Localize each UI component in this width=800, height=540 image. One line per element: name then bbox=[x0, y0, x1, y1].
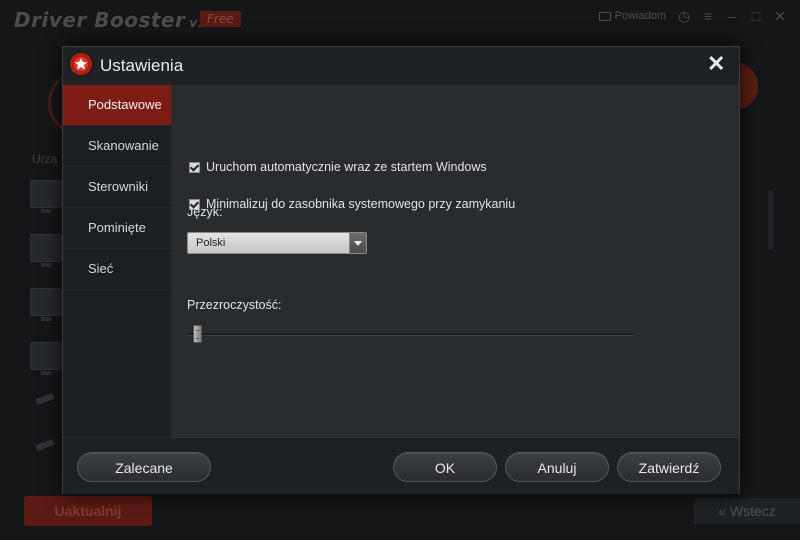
usb-icon bbox=[35, 439, 55, 451]
app-title: Driver Boosterv1.0 bbox=[14, 8, 220, 32]
back-label: Wstecz bbox=[729, 503, 776, 519]
close-icon[interactable]: ✕ bbox=[707, 53, 725, 75]
dialog-footer: Zalecane OK Anuluj Zatwierdź bbox=[63, 437, 739, 494]
update-button[interactable]: Uaktualnij bbox=[24, 496, 152, 526]
feedback-button[interactable]: Powiadom bbox=[598, 10, 666, 22]
scrollbar[interactable] bbox=[768, 190, 774, 250]
section-label: Urzą bbox=[32, 152, 58, 166]
sidebar-item-ignored[interactable]: Pominięte bbox=[63, 208, 171, 249]
device-icon bbox=[30, 180, 62, 213]
device-icon bbox=[30, 234, 62, 267]
back-button[interactable]: « Wstecz bbox=[694, 498, 800, 524]
ok-button[interactable]: OK bbox=[393, 452, 497, 482]
device-list bbox=[30, 180, 62, 488]
feedback-label: Powiadom bbox=[614, 10, 666, 22]
free-badge: Free bbox=[200, 11, 241, 27]
settings-content: Uruchom automatycznie wraz ze startem Wi… bbox=[171, 85, 739, 437]
maximize-icon[interactable]: □ bbox=[750, 9, 762, 23]
autostart-label: Uruchom automatycznie wraz ze startem Wi… bbox=[206, 160, 487, 174]
transparency-label: Przezroczystość: bbox=[187, 298, 282, 312]
app-logo-icon bbox=[70, 53, 92, 75]
settings-dialog: Ustawienia ✕ Podstawowe Skanowanie Stero… bbox=[62, 46, 740, 494]
device-icon bbox=[30, 342, 62, 375]
sidebar-item-network[interactable]: Sieć bbox=[63, 249, 171, 290]
dialog-title: Ustawienia bbox=[100, 56, 184, 75]
dialog-header: Ustawienia ✕ bbox=[63, 47, 739, 85]
app-title-text: Driver Booster bbox=[14, 8, 186, 32]
mail-icon bbox=[598, 11, 611, 21]
history-icon[interactable]: ◷ bbox=[678, 9, 690, 23]
recommended-button[interactable]: Zalecane bbox=[77, 452, 211, 482]
device-icon bbox=[30, 288, 62, 321]
autostart-checkbox[interactable] bbox=[189, 161, 200, 173]
sidebar-item-basic[interactable]: Podstawowe bbox=[63, 85, 171, 126]
autostart-option[interactable]: Uruchom automatycznie wraz ze startem Wi… bbox=[189, 160, 487, 174]
cancel-button[interactable]: Anuluj bbox=[505, 452, 609, 482]
top-bar: Powiadom ◷ ≡ – □ ✕ bbox=[598, 9, 786, 23]
chevron-down-icon[interactable] bbox=[349, 233, 366, 253]
usb-icon bbox=[35, 393, 55, 405]
minimize-tray-label: Minimalizuj do zasobnika systemowego prz… bbox=[206, 197, 516, 211]
transparency-slider-thumb[interactable] bbox=[193, 325, 202, 343]
language-select[interactable]: Polski bbox=[187, 232, 367, 254]
language-label: Język: bbox=[187, 205, 223, 219]
transparency-slider-track[interactable] bbox=[187, 333, 633, 336]
apply-button[interactable]: Zatwierdź bbox=[617, 452, 721, 482]
back-arrow-icon: « bbox=[718, 503, 726, 519]
minimize-icon[interactable]: – bbox=[726, 9, 738, 23]
language-value: Polski bbox=[196, 237, 226, 249]
sidebar-item-drivers[interactable]: Sterowniki bbox=[63, 167, 171, 208]
minimize-tray-option[interactable]: Minimalizuj do zasobnika systemowego prz… bbox=[189, 197, 515, 211]
sidebar-item-scanning[interactable]: Skanowanie bbox=[63, 126, 171, 167]
close-app-icon[interactable]: ✕ bbox=[774, 9, 786, 23]
settings-sidebar: Podstawowe Skanowanie Sterowniki Pominię… bbox=[63, 85, 171, 437]
menu-icon[interactable]: ≡ bbox=[702, 9, 714, 23]
